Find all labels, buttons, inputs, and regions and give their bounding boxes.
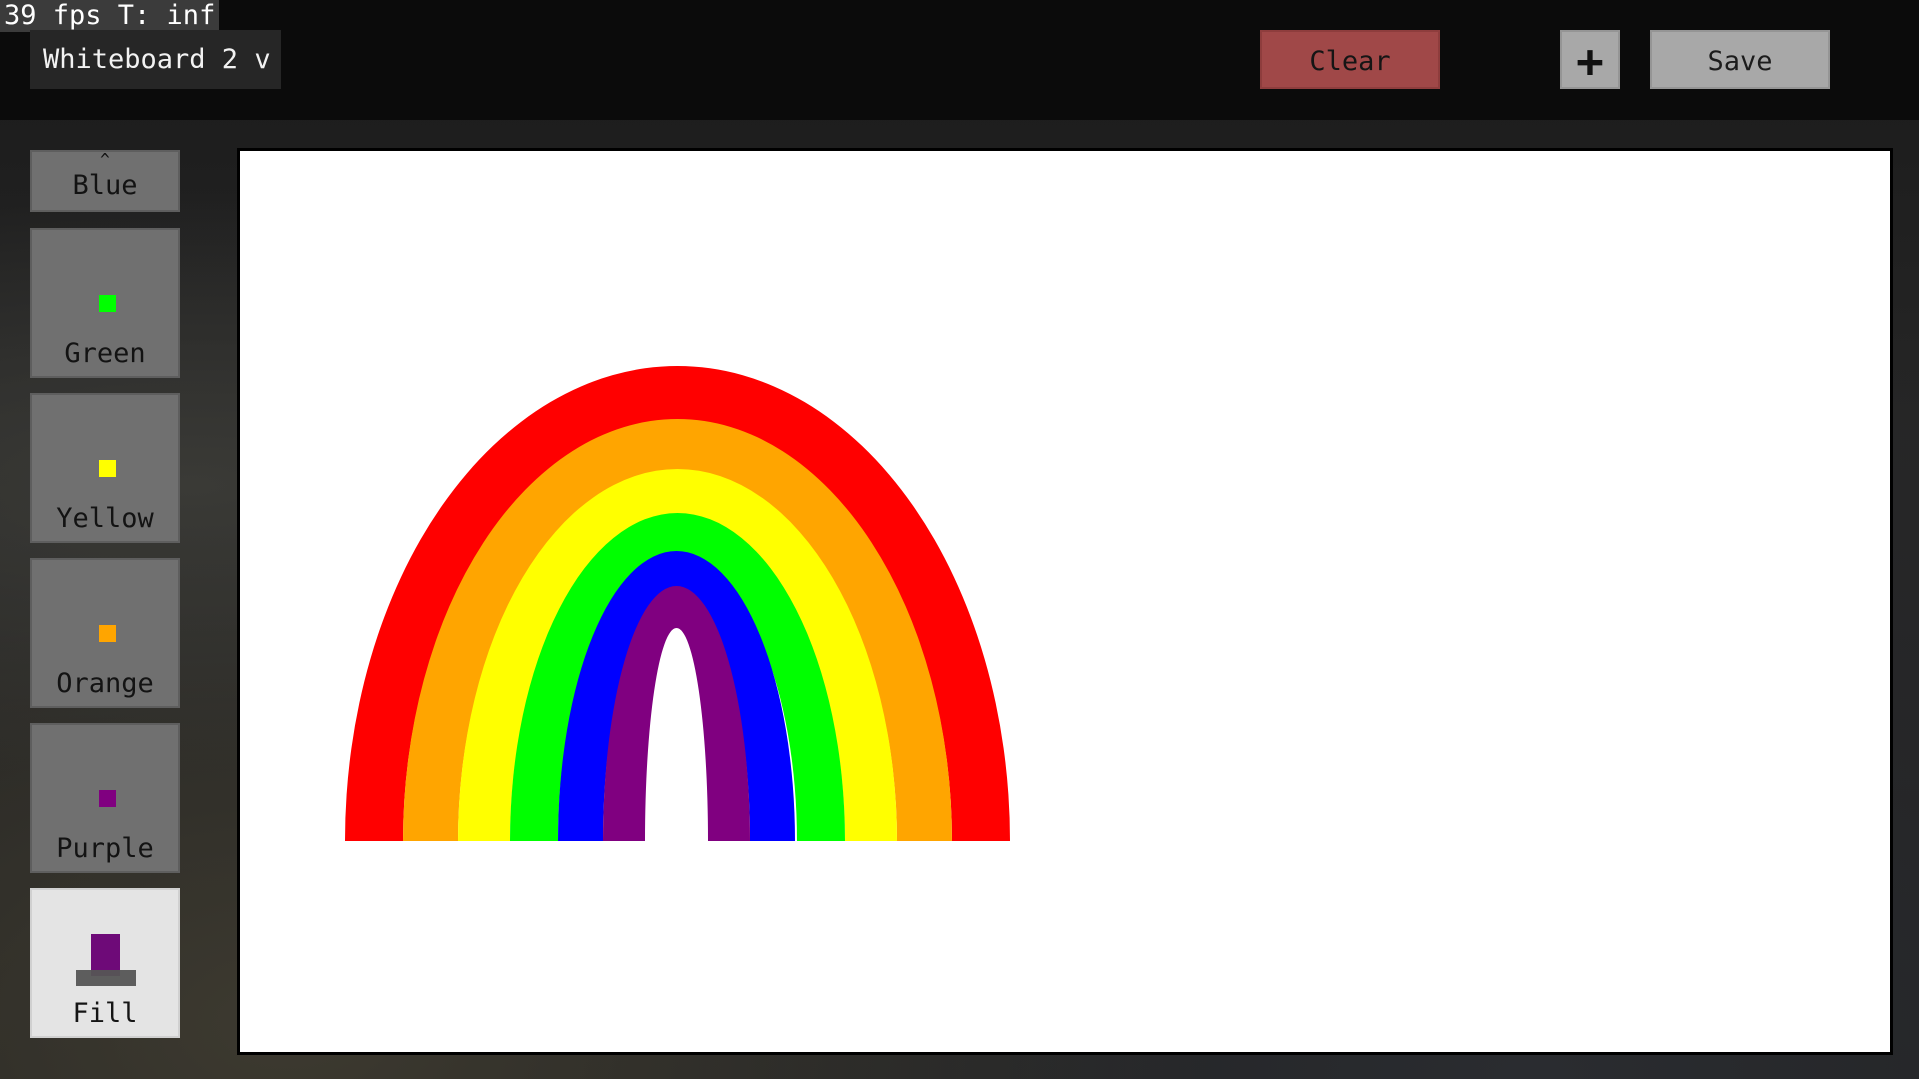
whiteboard-selector[interactable]: Whiteboard 2 v <box>30 30 281 89</box>
palette-label-yellow: Yellow <box>56 503 154 534</box>
palette-item-purple[interactable]: Purple <box>30 723 180 873</box>
fill-tool-button[interactable]: Fill <box>30 888 180 1038</box>
palette-label-orange: Orange <box>56 668 154 699</box>
scroll-up-icon[interactable]: ^ <box>32 150 178 169</box>
palette-item-blue[interactable]: ^ Blue <box>30 150 180 212</box>
top-toolbar <box>0 0 1919 120</box>
add-whiteboard-button[interactable]: + <box>1560 30 1620 89</box>
palette-label-purple: Purple <box>56 833 154 864</box>
palette-label-blue: Blue <box>72 170 138 201</box>
color-swatch-green <box>99 295 116 312</box>
color-swatch-purple <box>99 790 116 807</box>
palette-item-orange[interactable]: Orange <box>30 558 180 708</box>
rainbow-drawing <box>345 365 1010 841</box>
save-button[interactable]: Save <box>1650 30 1830 89</box>
fps-counter: 39 fps T: inf <box>0 0 220 32</box>
fill-bucket-base <box>76 970 136 986</box>
whiteboard-screen: 39 fps T: inf Whiteboard 2 v Clear + Sav… <box>0 0 1919 1079</box>
fill-tool-label: Fill <box>72 998 138 1029</box>
drawing-canvas[interactable] <box>237 148 1893 1055</box>
color-swatch-yellow <box>99 460 116 477</box>
palette-item-yellow[interactable]: Yellow <box>30 393 180 543</box>
palette-label-green: Green <box>64 338 146 369</box>
color-swatch-orange <box>99 625 116 642</box>
clear-button[interactable]: Clear <box>1260 30 1440 89</box>
palette-item-green[interactable]: Green <box>30 228 180 378</box>
